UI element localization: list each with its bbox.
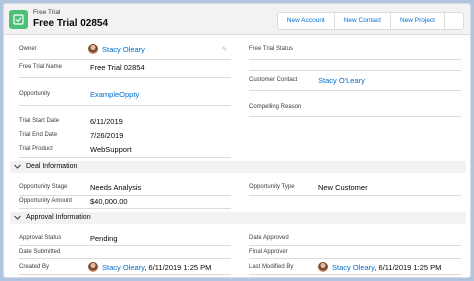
date-submitted-label: Date Submitted [19,249,61,255]
free-trial-name-label: Free Trial Name [19,64,63,70]
trial-start-value: 6/11/2019 [90,117,123,126]
compelling-reason-label: Compelling Reason [249,104,302,110]
created-date: , 6/11/2019 1:25 PM [144,263,212,272]
new-contact-button[interactable]: New Contact [335,13,391,29]
divider [249,258,461,259]
divider [19,59,231,60]
more-actions-button[interactable] [445,13,463,29]
opportunity-amount-value: $40,000.00 [90,197,128,206]
divider [249,274,461,275]
final-approver-label: Final Approver [249,249,288,255]
divider [249,90,461,91]
last-modified-avatar [318,262,328,272]
trial-icon [9,10,28,29]
opportunity-stage-label: Opportunity Stage [19,184,68,190]
chevron-down-icon [14,164,21,169]
owner-avatar [88,44,98,54]
created-by-avatar [88,262,98,272]
trial-end-label: Trial End Date [19,132,58,138]
trial-product-value: WebSupport [90,145,132,154]
divider [19,77,231,78]
customer-contact-link[interactable]: Stacy O'Leary [318,76,365,85]
section-title: Deal Information [26,163,78,170]
section-title: Approval Information [26,214,91,221]
approval-status-value: Pending [90,234,118,243]
edit-owner-icon[interactable]: ✎ [222,46,227,53]
divider [249,245,461,246]
opportunity-type-label: Opportunity Type [249,184,295,190]
new-project-button[interactable]: New Project [391,13,445,29]
approval-information-section-header[interactable]: Approval Information [10,212,466,224]
object-label: Free Trial [33,9,61,16]
opportunity-label: Opportunity [19,91,51,97]
divider [19,157,231,158]
created-by-label: Created By [19,264,50,270]
created-by-user-link[interactable]: Stacy Oleary [102,263,144,272]
record-header: Free Trial Free Trial 02854 New Account … [4,4,470,35]
chevron-down-icon [14,215,21,220]
divider [19,258,231,259]
date-approved-label: Date Approved [249,235,289,241]
divider [249,59,461,60]
record-title: Free Trial 02854 [33,18,109,29]
modified-date: , 6/11/2019 1:25 PM [374,263,442,272]
free-trial-status-label: Free Trial Status [249,46,294,52]
divider [249,195,461,196]
free-trial-name-value: Free Trial 02854 [90,63,145,72]
opportunity-stage-value: Needs Analysis [90,183,142,192]
created-by-value: Stacy Oleary, 6/11/2019 1:25 PM [102,263,211,272]
record-page: Free Trial Free Trial 02854 New Account … [3,3,471,278]
approval-status-label: Approval Status [19,235,62,241]
action-bar: New Account New Contact New Project [276,12,464,30]
owner-label: Owner [19,46,37,52]
trial-product-label: Trial Product [19,146,53,152]
owner-link[interactable]: Stacy Oleary [102,45,145,54]
last-modified-by-label: Last Modified By [249,264,294,270]
customer-contact-label: Customer Contact [249,77,298,83]
divider [19,105,231,106]
trial-end-value: 7/26/2019 [90,131,124,140]
opportunity-type-value: New Customer [318,183,368,192]
opportunity-amount-label: Opportunity Amount [19,198,73,204]
deal-information-section-header[interactable]: Deal Information [10,161,466,173]
divider [19,195,231,196]
trial-start-label: Trial Start Date [19,118,60,124]
new-account-button[interactable]: New Account [278,13,335,29]
divider [19,245,231,246]
divider [249,70,461,71]
divider [19,274,231,275]
divider [249,116,461,117]
last-modified-value: Stacy Oleary, 6/11/2019 1:25 PM [332,263,441,272]
last-modified-user-link[interactable]: Stacy Oleary [332,263,374,272]
divider [19,208,231,209]
opportunity-link[interactable]: ExampleOppty [90,90,139,99]
